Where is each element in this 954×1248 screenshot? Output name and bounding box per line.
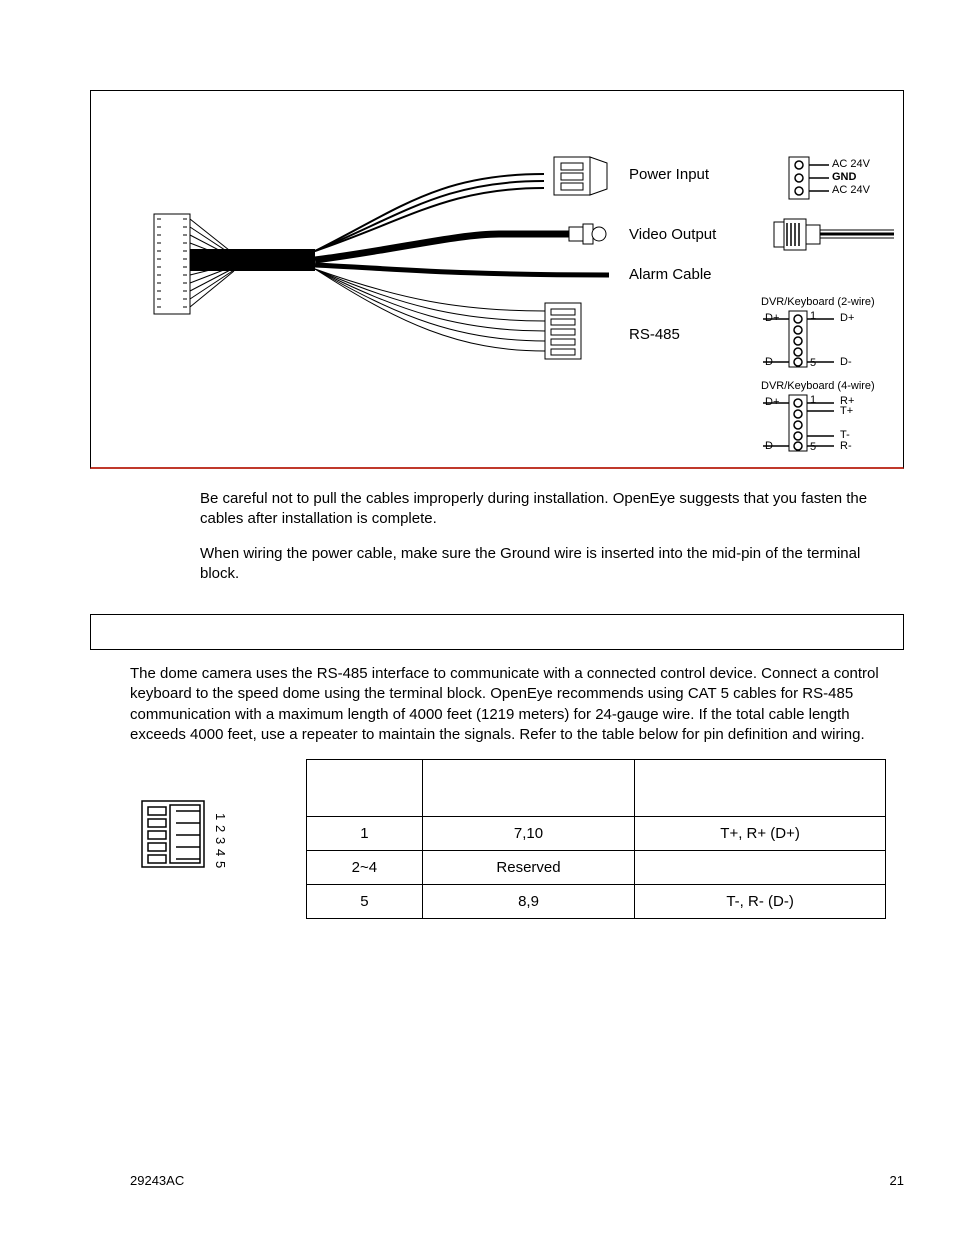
page: Power Input Video Output Alarm Cable RS-…: [0, 0, 954, 1248]
table-cell: 5: [307, 885, 423, 919]
video-out-connector-icon: [774, 219, 894, 250]
label-4wire-pin1: 1: [810, 394, 816, 406]
label-video-output: Video Output: [629, 226, 716, 243]
svg-text:5: 5: [213, 861, 228, 868]
label-2wire-title: DVR/Keyboard (2-wire): [761, 296, 875, 308]
label-gnd: GND: [832, 171, 856, 183]
label-4wire-left-top: D+: [765, 396, 779, 408]
table-header-row: [307, 760, 886, 817]
alarm-wire-icon: [315, 265, 609, 275]
rs485-wire-icon: [315, 269, 581, 359]
label-4wire-r-minus: R-: [840, 440, 852, 452]
rs485-pin-table: 1 7,10 T+, R+ (D+) 2~4 Reserved 5 8,9 T-…: [306, 759, 886, 919]
label-4wire-title: DVR/Keyboard (4-wire): [761, 380, 875, 392]
label-4wire-pin5: 5: [810, 441, 816, 453]
table-cell: 2~4: [307, 851, 423, 885]
svg-text:3: 3: [213, 837, 228, 844]
footer-page-number: 21: [890, 1173, 904, 1188]
label-rs485: RS-485: [629, 326, 680, 343]
table-row: 2~4 Reserved: [307, 851, 886, 885]
rs485-pin-figure: 1 2 3 4 5: [130, 783, 270, 883]
label-2wire-left-top: D+: [765, 312, 779, 324]
paragraph-1: Be careful not to pull the cables improp…: [90, 489, 904, 530]
table-row: 5 8,9 T-, R- (D-): [307, 885, 886, 919]
svg-text:4: 4: [213, 849, 228, 856]
label-2wire-right-top: D+: [840, 312, 854, 324]
label-alarm-cable: Alarm Cable: [629, 266, 712, 283]
table-header-cell: [422, 760, 634, 817]
page-footer: 29243AC 21: [130, 1173, 904, 1188]
svg-text:1: 1: [213, 813, 228, 820]
label-2wire-pin5: 5: [810, 357, 816, 369]
section-heading-frame: [90, 614, 904, 650]
paragraph-2: When wiring the power cable, make sure t…: [90, 544, 904, 585]
wiring-diagram: Power Input Video Output Alarm Cable RS-…: [99, 99, 895, 459]
footer-doc-id: 29243AC: [130, 1173, 184, 1188]
label-ac24-bot: AC 24V: [832, 184, 870, 196]
table-cell: T+, R+ (D+): [635, 817, 886, 851]
label-power-input: Power Input: [629, 166, 709, 183]
table-header-cell: [635, 760, 886, 817]
table-cell: 8,9: [422, 885, 634, 919]
label-ac24-top: AC 24V: [832, 158, 870, 170]
table-cell: [635, 851, 886, 885]
table-row: 1 7,10 T+, R+ (D+): [307, 817, 886, 851]
label-2wire-right-bot: D-: [840, 356, 852, 368]
table-cell: 1: [307, 817, 423, 851]
label-4wire-left-bot: D-: [765, 440, 777, 452]
main-connector-icon: [154, 214, 190, 314]
power-terminal-icon: [789, 157, 829, 199]
paragraph-3: The dome camera uses the RS-485 interfac…: [90, 664, 904, 745]
table-cell: T-, R- (D-): [635, 885, 886, 919]
table-cell: 7,10: [422, 817, 634, 851]
table-cell: Reserved: [422, 851, 634, 885]
svg-text:2: 2: [213, 825, 228, 832]
table-header-cell: [307, 760, 423, 817]
wiring-diagram-frame: Power Input Video Output Alarm Cable RS-…: [90, 90, 904, 469]
label-4wire-t-plus: T+: [840, 405, 853, 417]
video-wire-icon: [315, 224, 606, 260]
label-2wire-left-bot: D-: [765, 356, 777, 368]
label-2wire-pin1: 1: [810, 310, 816, 322]
